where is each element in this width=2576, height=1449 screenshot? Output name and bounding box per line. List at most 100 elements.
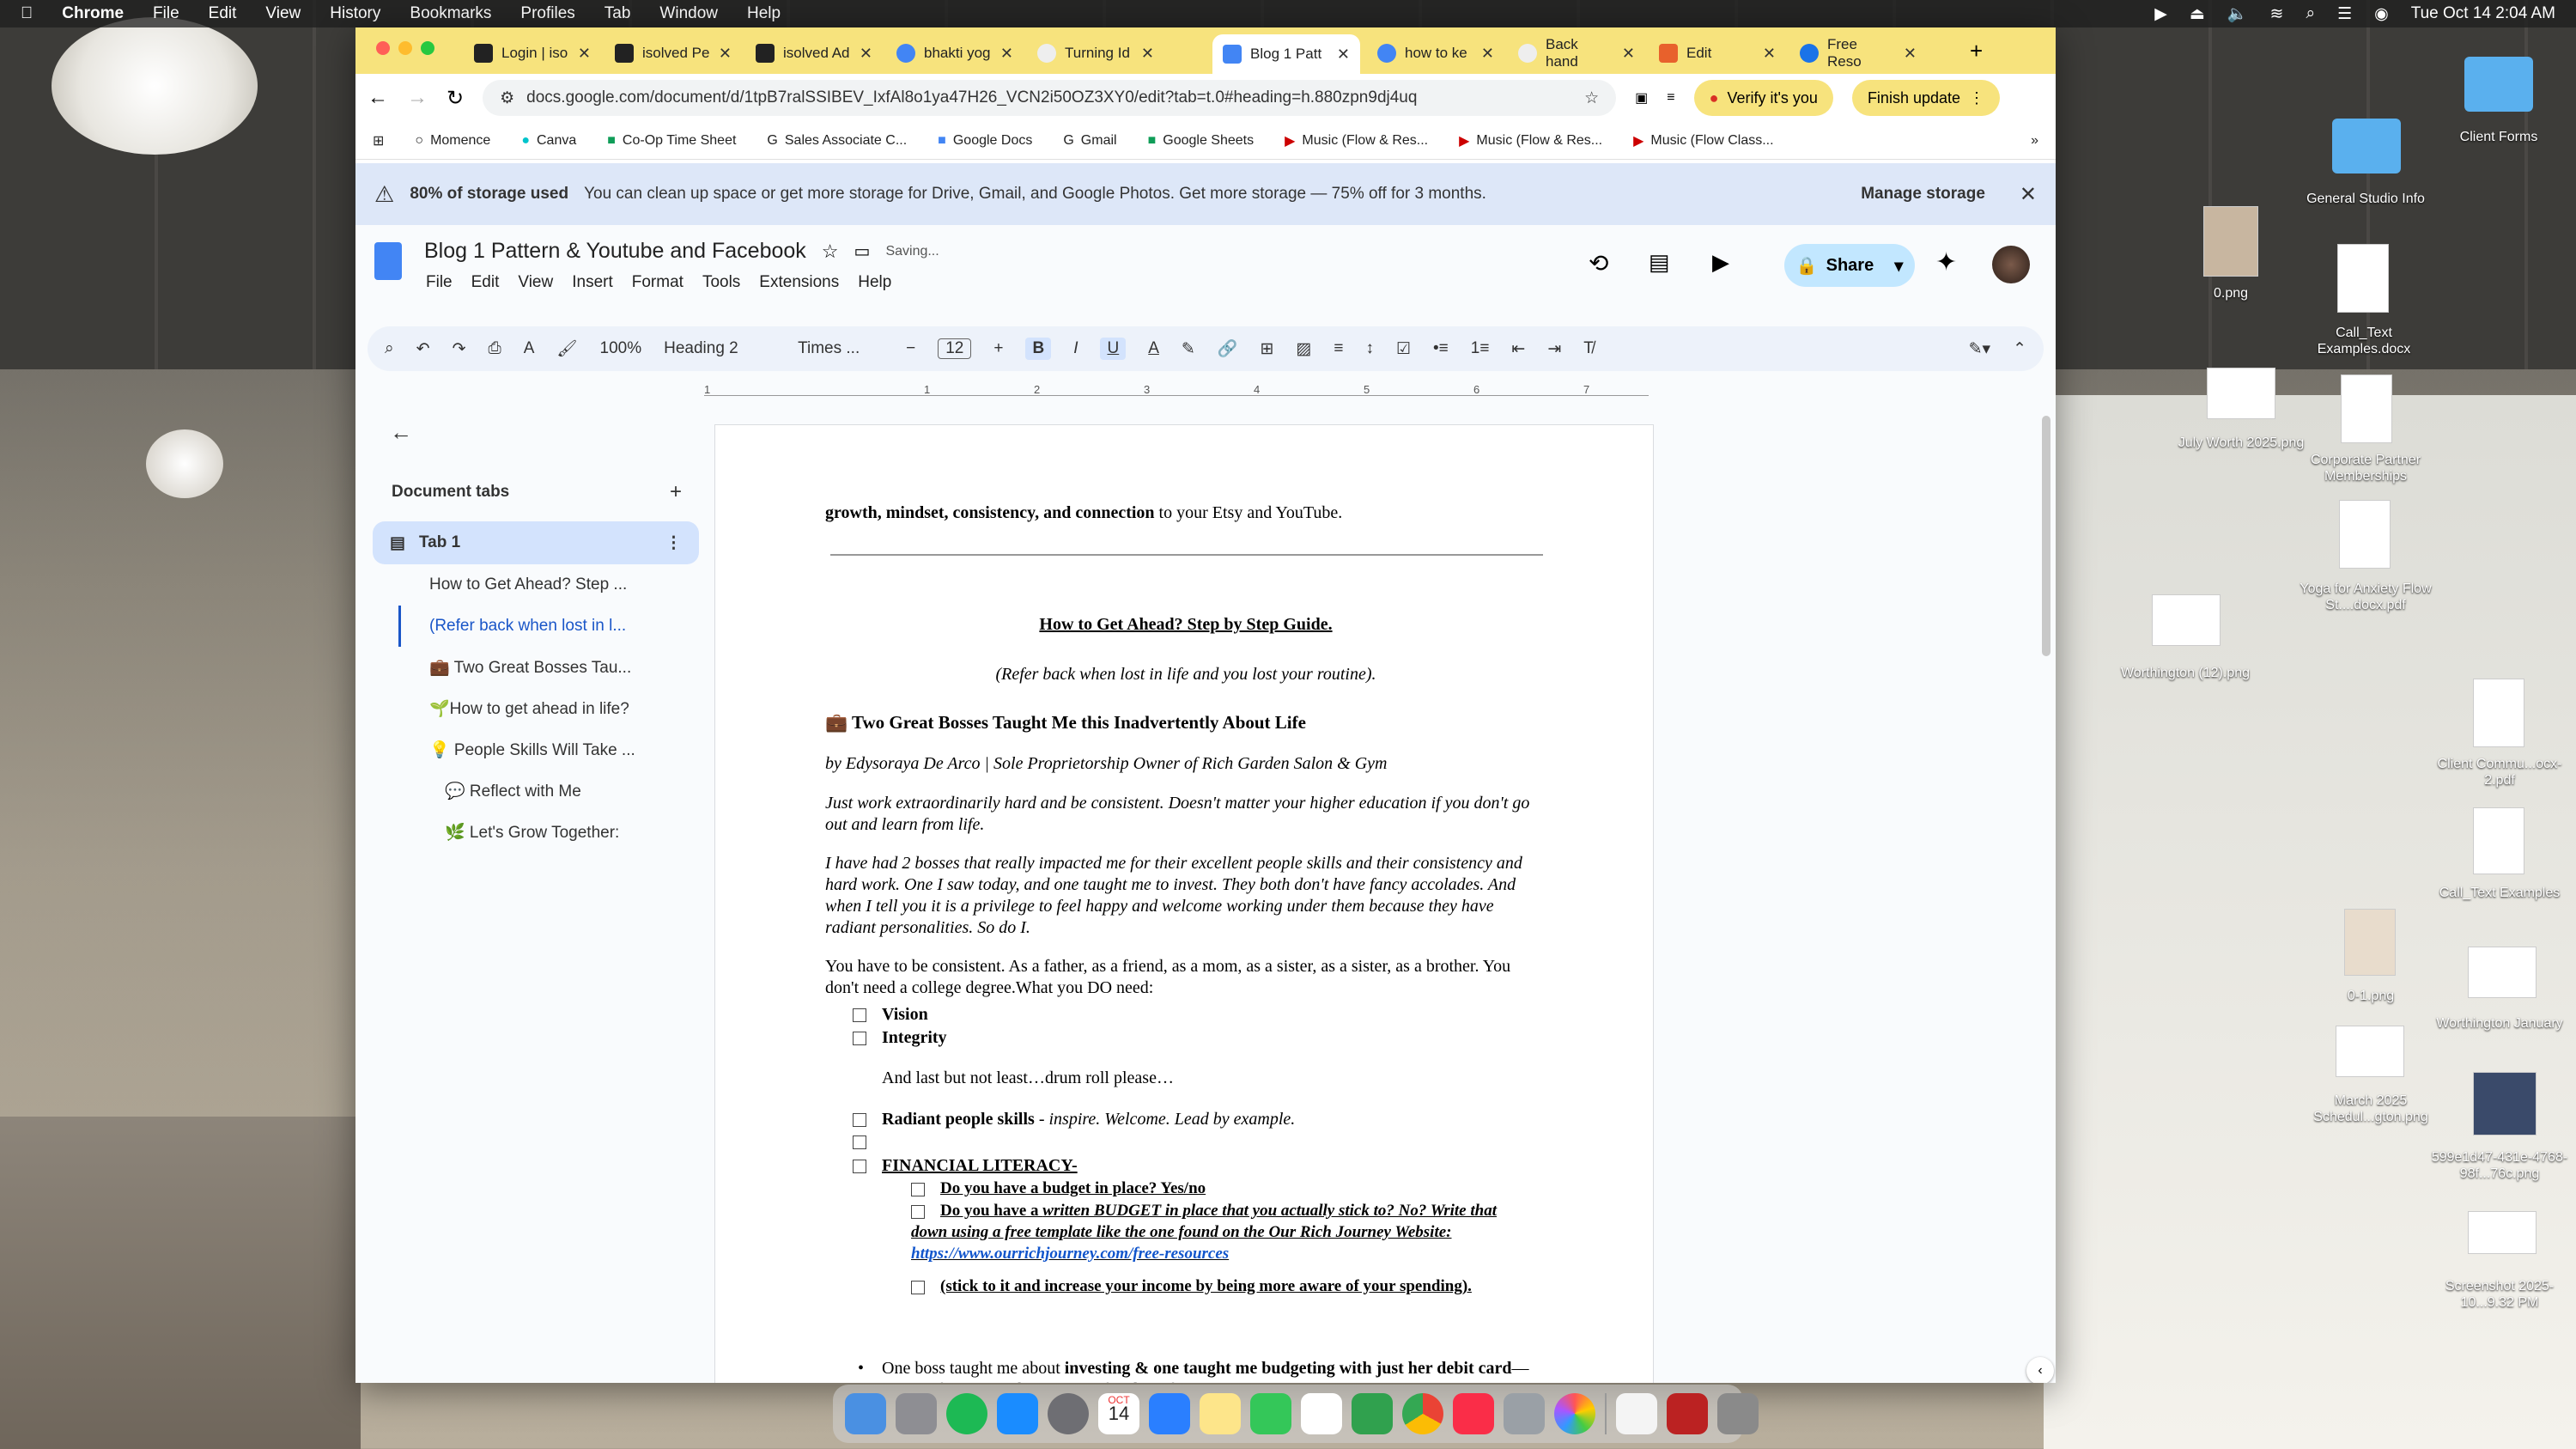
underline-icon[interactable]: U bbox=[1100, 338, 1127, 360]
notes-icon[interactable] bbox=[1200, 1393, 1241, 1434]
menu-view[interactable]: View bbox=[265, 4, 301, 23]
back-icon[interactable]: ← bbox=[368, 86, 388, 110]
image-thumbnail[interactable] bbox=[2344, 909, 2396, 976]
ruler[interactable]: 1 1 2 3 4 5 6 7 bbox=[704, 383, 1649, 402]
eject-icon[interactable]: ⏏ bbox=[2190, 4, 2205, 24]
checkbox[interactable] bbox=[853, 1008, 866, 1023]
bookmark[interactable]: G Gmail bbox=[1063, 133, 1116, 149]
italic-icon[interactable]: I bbox=[1073, 339, 1078, 358]
close-tab-icon[interactable]: ✕ bbox=[1000, 45, 1013, 63]
bookmark[interactable]: ■ Google Sheets bbox=[1148, 133, 1255, 149]
add-comment-icon[interactable]: ⊞ bbox=[1261, 339, 1274, 359]
menu-file[interactable]: File bbox=[153, 4, 179, 23]
image-thumbnail[interactable] bbox=[2336, 1026, 2404, 1077]
document-icon[interactable] bbox=[2473, 807, 2524, 874]
star-icon[interactable]: ☆ bbox=[822, 240, 839, 263]
browser-tab[interactable]: isolved Ad ✕ bbox=[745, 36, 883, 70]
close-tab-icon[interactable]: ✕ bbox=[1481, 45, 1494, 63]
outline-item[interactable]: 🌱How to get ahead in life? bbox=[373, 688, 699, 729]
increase-indent-icon[interactable]: ⇥ bbox=[1547, 339, 1561, 359]
spellcheck-icon[interactable]: A bbox=[524, 339, 535, 358]
bold-icon[interactable]: B bbox=[1025, 338, 1052, 360]
history-icon[interactable]: ⟲ bbox=[1589, 249, 1608, 277]
image-icon[interactable]: ▨ bbox=[1296, 339, 1311, 359]
bookmark[interactable]: ▶ Music (Flow Class... bbox=[1633, 132, 1773, 149]
menu-bookmarks[interactable]: Bookmarks bbox=[410, 4, 491, 23]
close-tab-icon[interactable]: ✕ bbox=[860, 45, 872, 63]
image-thumbnail[interactable] bbox=[2468, 1211, 2537, 1254]
bookmark[interactable]: ● Canva bbox=[521, 133, 576, 149]
menu-edit[interactable]: Edit bbox=[471, 273, 500, 292]
close-tab-icon[interactable]: ✕ bbox=[1904, 45, 1917, 63]
menu-app-name[interactable]: Chrome bbox=[62, 4, 124, 23]
line-spacing-icon[interactable]: ↕ bbox=[1365, 339, 1374, 358]
clock[interactable]: Tue Oct 14 2:04 AM bbox=[2411, 4, 2555, 23]
text-color-icon[interactable]: A bbox=[1148, 339, 1159, 358]
outline-item[interactable]: How to Get Ahead? Step ... bbox=[373, 564, 699, 606]
xcode-icon[interactable] bbox=[1149, 1393, 1190, 1434]
checkbox[interactable] bbox=[911, 1280, 925, 1294]
close-tab-icon[interactable]: ✕ bbox=[1337, 46, 1350, 64]
docs-logo-icon[interactable] bbox=[374, 242, 402, 280]
close-icon[interactable]: ✕ bbox=[2020, 182, 2037, 207]
finder-icon[interactable] bbox=[845, 1393, 886, 1434]
menu-file[interactable]: File bbox=[426, 273, 453, 292]
close-window-button[interactable] bbox=[376, 41, 390, 55]
menu-edit[interactable]: Edit bbox=[209, 4, 237, 23]
browser-tab-active[interactable]: Blog 1 Patt ✕ bbox=[1212, 34, 1360, 74]
outline-item[interactable]: 💡 People Skills Will Take ... bbox=[373, 729, 699, 770]
photos-icon[interactable] bbox=[1554, 1393, 1595, 1434]
image-thumbnail[interactable] bbox=[2473, 1072, 2537, 1135]
gemini-icon[interactable]: ✦ bbox=[1935, 247, 1957, 277]
apple-icon[interactable]:  bbox=[21, 4, 33, 23]
site-info-icon[interactable]: ⚙ bbox=[500, 88, 514, 108]
document-icon[interactable] bbox=[2341, 374, 2392, 443]
volume-icon[interactable]: 🔈 bbox=[2227, 3, 2248, 24]
back-arrow-icon[interactable]: ← bbox=[390, 419, 699, 446]
close-tab-icon[interactable]: ✕ bbox=[578, 45, 591, 63]
search-icon[interactable]: ⌕ bbox=[2306, 4, 2315, 23]
highlight-icon[interactable]: ✎ bbox=[1182, 339, 1195, 359]
scrollbar-thumb[interactable] bbox=[2042, 416, 2050, 656]
collapse-icon[interactable]: ⌃ bbox=[2013, 339, 2026, 359]
folder-icon[interactable] bbox=[2464, 57, 2533, 112]
manage-storage-link[interactable]: Manage storage bbox=[1861, 185, 1985, 204]
menu-tab[interactable]: Tab bbox=[605, 4, 631, 23]
redo-icon[interactable]: ↷ bbox=[453, 339, 466, 359]
close-tab-icon[interactable]: ✕ bbox=[719, 45, 732, 63]
close-tab-icon[interactable]: ✕ bbox=[1622, 45, 1635, 63]
move-folder-icon[interactable]: ▭ bbox=[854, 240, 871, 262]
undo-icon[interactable]: ↶ bbox=[416, 339, 430, 359]
folder-icon[interactable] bbox=[2332, 119, 2401, 174]
checkbox[interactable] bbox=[853, 1135, 866, 1150]
menu-view[interactable]: View bbox=[518, 273, 553, 292]
browser-tab[interactable]: Edit ✕ bbox=[1649, 36, 1786, 70]
image-thumbnail[interactable] bbox=[2203, 206, 2258, 277]
menu-profiles[interactable]: Profiles bbox=[520, 4, 574, 23]
browser-tab[interactable]: Back hand ✕ bbox=[1508, 36, 1645, 70]
clear-formatting-icon[interactable]: T̸ bbox=[1583, 339, 1594, 358]
recent-app-icon[interactable] bbox=[1667, 1393, 1708, 1434]
siri-icon[interactable]: ◉ bbox=[2374, 4, 2389, 24]
cast-icon[interactable]: ▣ bbox=[1635, 89, 1648, 107]
menu-help[interactable]: Help bbox=[858, 273, 891, 292]
document-icon[interactable] bbox=[2473, 679, 2524, 747]
trash-icon[interactable] bbox=[1717, 1393, 1759, 1434]
app-store-icon[interactable] bbox=[997, 1393, 1038, 1434]
document-icon[interactable] bbox=[2337, 244, 2389, 313]
menu-history[interactable]: History bbox=[330, 4, 380, 23]
increase-font-icon[interactable]: + bbox=[993, 339, 1003, 358]
browser-tab[interactable]: Login | iso ✕ bbox=[464, 36, 601, 70]
chevron-left-icon[interactable]: ‹ bbox=[2026, 1357, 2054, 1383]
slack-icon[interactable] bbox=[1301, 1393, 1342, 1434]
browser-tab[interactable]: Free Reso ✕ bbox=[1789, 36, 1927, 70]
document-title[interactable]: Blog 1 Pattern & Youtube and Facebook bbox=[424, 239, 806, 264]
menu-insert[interactable]: Insert bbox=[572, 273, 613, 292]
add-tab-icon[interactable]: + bbox=[670, 480, 682, 504]
finish-update-button[interactable]: Finish update ⋮ bbox=[1851, 80, 2001, 116]
editing-mode-icon[interactable]: ✎▾ bbox=[1969, 339, 1990, 359]
launchpad-icon[interactable] bbox=[896, 1393, 937, 1434]
paint-format-icon[interactable]: 🖌 bbox=[556, 338, 577, 359]
image-thumbnail[interactable] bbox=[2207, 368, 2275, 419]
document-icon[interactable] bbox=[1616, 1393, 1657, 1434]
